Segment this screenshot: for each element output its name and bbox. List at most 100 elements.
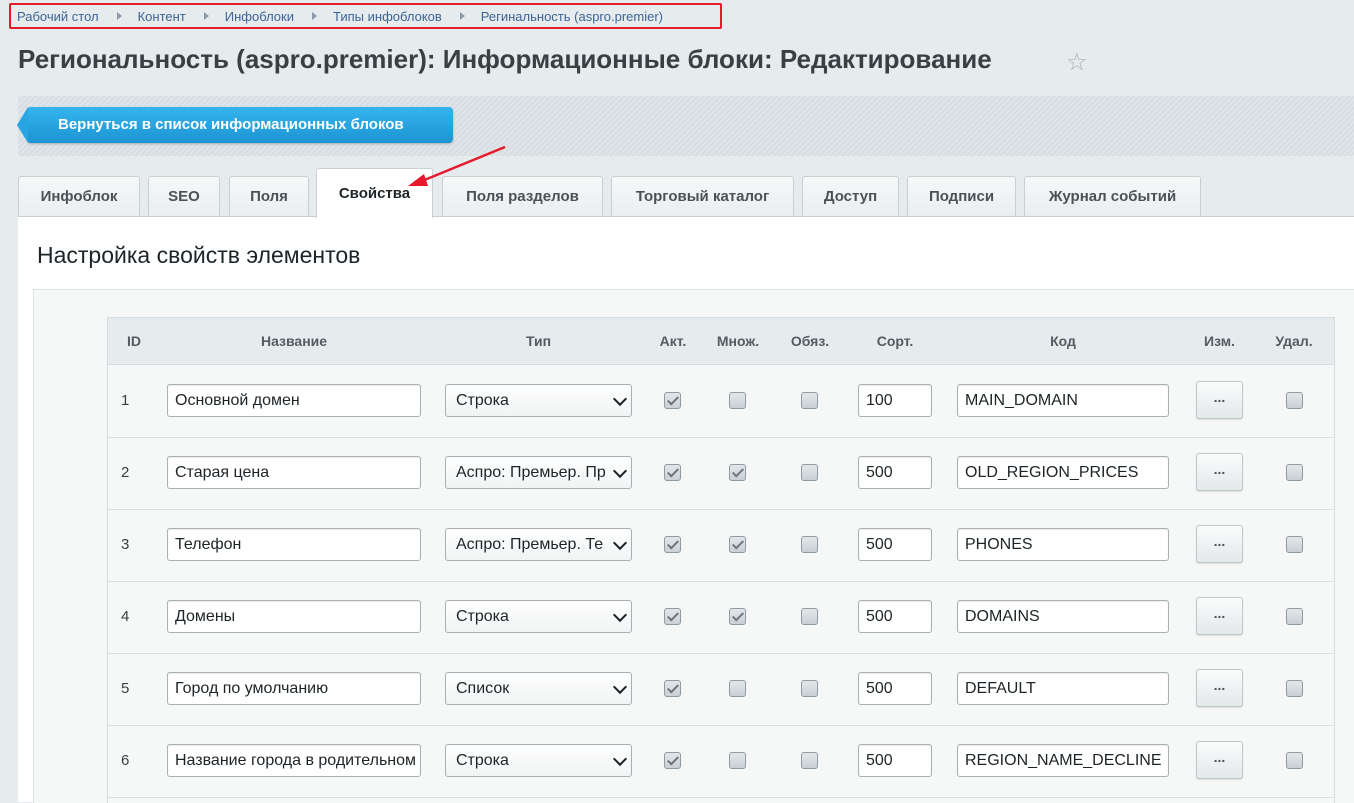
active-checkbox[interactable] [664,392,681,409]
property-name-input[interactable]: Домены [167,600,421,633]
chevron-down-icon [612,679,628,695]
property-type-value: Аспро: Премьер. Пр [456,464,606,481]
property-name-input[interactable]: Старая цена [167,456,421,489]
property-type-value: Аспро: Премьер. Те [456,536,604,553]
chevron-down-icon [612,607,628,623]
table-row: 5 Город по умолчанию Список 500 DEFAULT... [108,653,1334,726]
property-name-input[interactable]: Телефон [167,528,421,561]
property-type-select[interactable]: Список [445,672,632,705]
property-id: 4 [121,608,130,625]
property-type-select[interactable]: Аспро: Премьер. Пр [445,456,632,489]
section-title: Настройка свойств элементов [37,242,361,268]
edit-property-button[interactable]: ... [1196,453,1243,491]
sort-input[interactable]: 100 [858,384,932,417]
active-checkbox[interactable] [664,680,681,697]
code-input[interactable]: OLD_REGION_PRICES [957,456,1169,489]
delete-checkbox[interactable] [1286,680,1303,697]
property-name-input[interactable]: Название города в родительном [167,744,421,777]
sort-input[interactable]: 500 [858,528,932,561]
required-checkbox[interactable] [801,536,818,553]
table-header: ID Название Тип Акт. Множ. Обяз. Сорт. К… [108,318,1334,365]
property-type-select[interactable]: Строка [445,600,632,633]
property-type-select[interactable]: Аспро: Премьер. Те [445,528,632,561]
tab-iblock[interactable]: Инфоблок [18,176,140,217]
multiple-checkbox[interactable] [729,680,746,697]
breadcrumb-arrow-icon [459,12,465,20]
breadcrumb-item-desktop[interactable]: Рабочий стол [17,9,99,24]
toolbar: Вернуться в список информационных блоков [17,96,1354,156]
required-checkbox[interactable] [801,608,818,625]
back-to-list-button[interactable]: Вернуться в список информационных блоков [17,107,453,143]
code-input[interactable]: PHONES [957,528,1169,561]
active-checkbox[interactable] [664,608,681,625]
property-name-input[interactable]: Основной домен [167,384,421,417]
code-input[interactable]: MAIN_DOMAIN [957,384,1169,417]
delete-checkbox[interactable] [1286,752,1303,769]
edit-property-button[interactable]: ... [1196,525,1243,563]
property-type-value: Строка [456,392,509,409]
breadcrumb-item-regionality[interactable]: Регинальность (aspro.premier) [481,9,663,24]
edit-property-button[interactable]: ... [1196,741,1243,779]
delete-checkbox[interactable] [1286,392,1303,409]
favorite-star-icon[interactable]: ☆ [1066,51,1088,75]
property-id: 6 [121,752,130,769]
code-input[interactable]: REGION_NAME_DECLINE [957,744,1169,777]
edit-property-button[interactable]: ... [1196,381,1243,419]
tab-captions[interactable]: Подписи [907,176,1016,217]
property-type-value: Строка [456,608,509,625]
col-required: Обяз. [790,333,830,349]
tab-access[interactable]: Доступ [802,176,899,217]
sort-input[interactable]: 500 [858,744,932,777]
tab-trade-catalog[interactable]: Торговый каталог [611,176,794,217]
edit-property-button[interactable]: ... [1196,669,1243,707]
delete-checkbox[interactable] [1286,464,1303,481]
tab-event-log[interactable]: Журнал событий [1024,176,1201,217]
col-code: Код [1050,333,1076,349]
required-checkbox[interactable] [801,392,818,409]
chevron-down-icon [612,751,628,767]
chevron-down-icon [612,391,628,407]
properties-table: ID Название Тип Акт. Множ. Обяз. Сорт. К… [107,317,1335,803]
required-checkbox[interactable] [801,680,818,697]
tab-section-fields[interactable]: Поля разделов [442,176,603,217]
chevron-down-icon [612,463,628,479]
col-active: Акт. [659,333,687,349]
edit-property-button[interactable]: ... [1196,597,1243,635]
tab-properties[interactable]: Свойства [316,168,433,218]
multiple-checkbox[interactable] [729,536,746,553]
property-name-input[interactable]: Город по умолчанию [167,672,421,705]
required-checkbox[interactable] [801,752,818,769]
delete-checkbox[interactable] [1286,608,1303,625]
col-sort: Сорт. [876,333,914,349]
active-checkbox[interactable] [664,536,681,553]
table-row: 1 Основной домен Строка 100 MAIN_DOMAIN... [108,365,1334,438]
code-input[interactable]: DOMAINS [957,600,1169,633]
multiple-checkbox[interactable] [729,752,746,769]
multiple-checkbox[interactable] [729,392,746,409]
breadcrumb-item-iblocks[interactable]: Инфоблоки [225,9,294,24]
tab-seo[interactable]: SEO [148,176,220,217]
col-name: Название [260,333,328,349]
col-multiple: Множ. [716,333,760,349]
property-id: 3 [121,536,130,553]
tab-fields[interactable]: Поля [229,176,309,217]
required-checkbox[interactable] [801,464,818,481]
active-checkbox[interactable] [664,752,681,769]
sort-input[interactable]: 500 [858,456,932,489]
property-type-value: Список [456,680,510,697]
col-id: ID [127,333,141,349]
breadcrumb-item-iblock-types[interactable]: Типы инфоблоков [333,9,442,24]
multiple-checkbox[interactable] [729,608,746,625]
property-type-select[interactable]: Строка [445,744,632,777]
sort-input[interactable]: 500 [858,600,932,633]
code-input[interactable]: DEFAULT [957,672,1169,705]
sort-input[interactable]: 500 [858,672,932,705]
active-checkbox[interactable] [664,464,681,481]
multiple-checkbox[interactable] [729,464,746,481]
property-type-select[interactable]: Строка [445,384,632,417]
chevron-down-icon [612,535,628,551]
delete-checkbox[interactable] [1286,536,1303,553]
property-id: 1 [121,392,130,409]
breadcrumb-item-content[interactable]: Контент [138,9,186,24]
breadcrumb: Рабочий стол Контент Инфоблоки Типы инфо… [9,3,722,29]
